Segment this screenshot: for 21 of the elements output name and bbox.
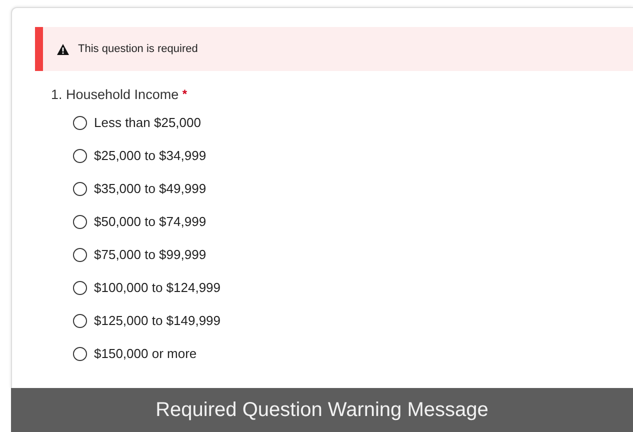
radio-button[interactable] [73, 280, 87, 294]
radio-button[interactable] [73, 248, 87, 262]
radio-option[interactable]: $100,000 to $124,999 [73, 271, 221, 304]
required-asterisk: * [182, 87, 188, 101]
radio-option[interactable]: $50,000 to $74,999 [73, 205, 206, 238]
radio-button[interactable] [73, 346, 87, 360]
radio-option[interactable]: $125,000 to $149,999 [73, 304, 221, 337]
radio-option[interactable]: $150,000 or more [73, 337, 197, 370]
radio-button[interactable] [73, 148, 87, 162]
caption-text: Required Question Warning Message [156, 398, 488, 422]
radio-button[interactable] [73, 182, 87, 196]
radio-button[interactable] [73, 214, 87, 228]
question-title: 1. Household Income [51, 87, 179, 102]
radio-option[interactable]: Less than $25,000 [73, 106, 201, 139]
radio-option[interactable]: $35,000 to $49,999 [73, 172, 206, 205]
radio-button[interactable] [73, 116, 87, 130]
radio-option[interactable]: $25,000 to $34,999 [73, 139, 206, 172]
radio-option[interactable]: $75,000 to $99,999 [73, 238, 206, 271]
warning-icon [57, 44, 69, 54]
error-message: This question is required [78, 43, 198, 55]
radio-button[interactable] [73, 314, 87, 328]
